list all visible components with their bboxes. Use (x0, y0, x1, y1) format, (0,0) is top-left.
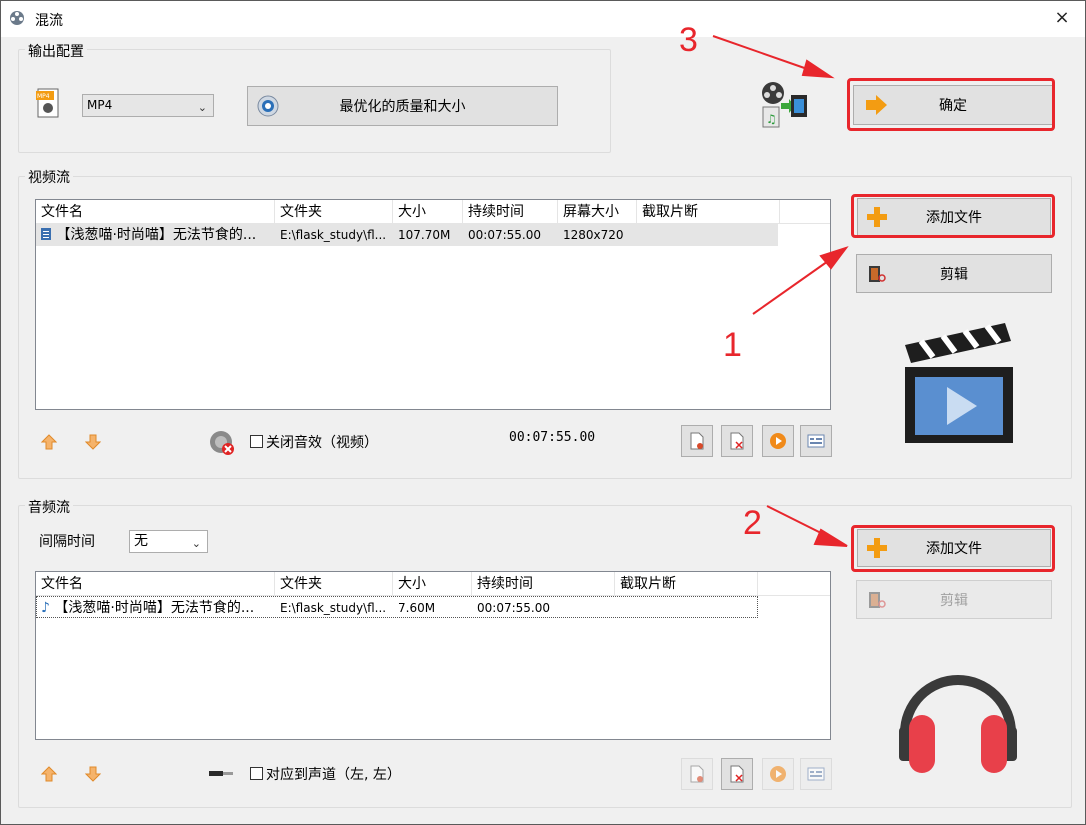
annotation-number-1: 1 (723, 326, 742, 364)
annotation-arrows (712, 35, 849, 547)
annotation-number-3: 3 (679, 21, 698, 59)
mixing-window: 混流 × 输出配置 MP4 MP4 ⌄ 最优化的质量和大小 ♫ 确定 视频流 文… (0, 0, 1086, 825)
annotation-number-2: 2 (743, 504, 762, 542)
